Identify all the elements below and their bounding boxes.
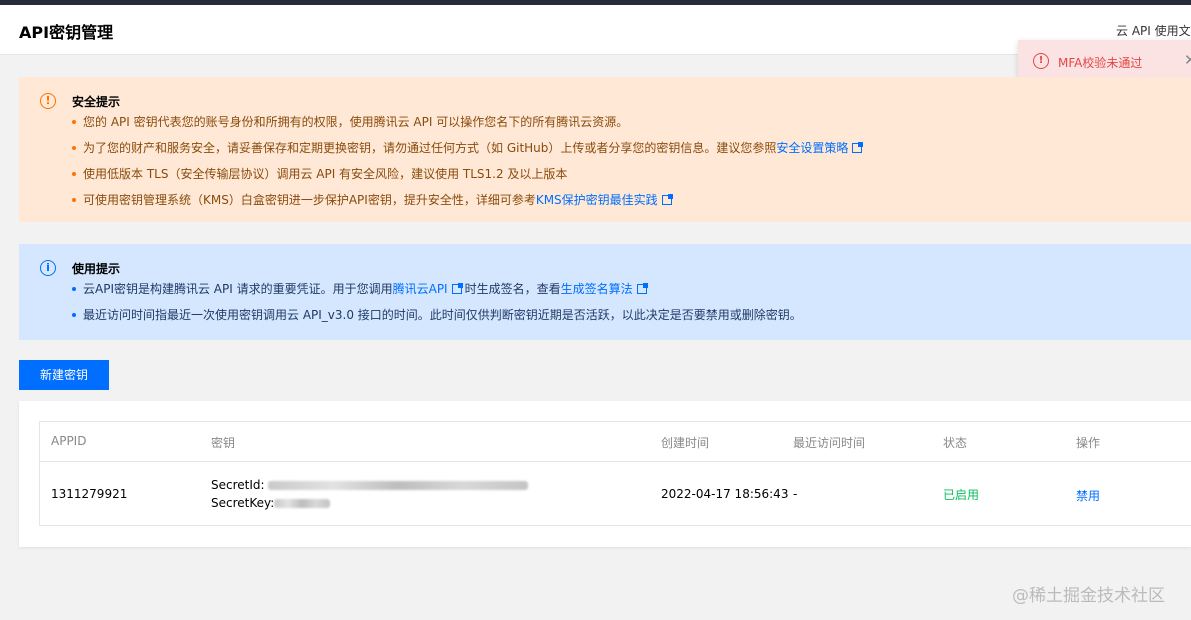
- usage-tip-title: 使用提示: [72, 262, 121, 276]
- list-item: 可使用密钥管理系统（KMS）白盒密钥进一步保护API密钥，提升安全性，详细可参考…: [72, 192, 865, 218]
- status-badge: 已启用: [943, 488, 980, 502]
- warning-icon: !: [40, 93, 56, 109]
- appid-cell: 1311279921: [51, 487, 128, 501]
- list-item: 云API密钥是构建腾讯云 API 请求的重要凭证。用于您调用腾讯云API 时生成签…: [72, 281, 802, 307]
- disable-key-link[interactable]: 禁用: [1076, 487, 1100, 504]
- last-access-cell: -: [793, 487, 798, 501]
- page-title: API密钥管理: [19, 23, 114, 42]
- usage-tip-alert: i 使用提示 云API密钥是构建腾讯云 API 请求的重要凭证。用于您调用腾讯云…: [19, 244, 1191, 340]
- create-key-button[interactable]: 新建密钥: [19, 360, 109, 390]
- list-item: 使用低版本 TLS（安全传输层协议）调用云 API 有安全风险，建议使用 TLS…: [72, 166, 865, 192]
- cloud-api-link[interactable]: 腾讯云API: [393, 282, 448, 296]
- secret-id-cell: SecretId:: [211, 478, 529, 492]
- external-link-icon: [636, 283, 648, 294]
- list-item: 为了您的财产和服务安全，请妥善保存和定期更换密钥，请勿通过任何方式（如 GitH…: [72, 140, 865, 166]
- table-header: APPID 密钥 创建时间 最近访问时间 状态 操作: [40, 422, 1191, 462]
- secret-key-cell: SecretKey:: [211, 496, 331, 510]
- external-link-icon: [451, 283, 463, 294]
- list-item: 最近访问时间指最近一次使用密钥调用云 API_v3.0 接口的时间。此时间仅供判…: [72, 307, 802, 333]
- column-key: 密钥: [211, 436, 236, 450]
- usage-tip-list: 云API密钥是构建腾讯云 API 请求的重要凭证。用于您调用腾讯云API 时生成签…: [72, 281, 802, 333]
- kms-best-practice-link[interactable]: KMS保护密钥最佳实践: [536, 193, 658, 207]
- keys-panel: APPID 密钥 创建时间 最近访问时间 状态 操作 1311279921 Se…: [19, 401, 1191, 547]
- security-policy-link[interactable]: 安全设置策略: [776, 141, 848, 155]
- security-tip-title: 安全提示: [72, 95, 121, 109]
- column-last-access: 最近访问时间: [793, 436, 866, 450]
- column-status: 状态: [943, 436, 968, 450]
- list-item: 您的 API 密钥代表您的账号身份和所拥有的权限，使用腾讯云 API 可以操作您…: [72, 114, 865, 140]
- page-header: API密钥管理 云 API 使用文档: [0, 5, 1191, 55]
- alert-circle-icon: !: [1033, 53, 1049, 69]
- watermark: @稀土掘金技术社区: [1012, 586, 1165, 606]
- created-cell: 2022-04-17 18:56:43: [661, 487, 789, 501]
- api-doc-link[interactable]: 云 API 使用文档: [1116, 22, 1191, 39]
- masked-secret-id: [268, 481, 529, 490]
- column-appid: APPID: [51, 434, 87, 448]
- column-action: 操作: [1076, 436, 1101, 450]
- masked-secret-key: [274, 499, 331, 508]
- info-icon: i: [40, 260, 56, 276]
- external-link-icon: [852, 142, 864, 153]
- toast-message: MFA校验未通过: [1058, 56, 1143, 70]
- security-tip-list: 您的 API 密钥代表您的账号身份和所拥有的权限，使用腾讯云 API 可以操作您…: [72, 114, 865, 218]
- column-created: 创建时间: [661, 436, 710, 450]
- signature-algorithm-link[interactable]: 生成签名算法: [561, 282, 633, 296]
- external-link-icon: [661, 194, 673, 205]
- security-tip-alert: ! 安全提示 您的 API 密钥代表您的账号身份和所拥有的权限，使用腾讯云 AP…: [19, 77, 1191, 222]
- keys-table: APPID 密钥 创建时间 最近访问时间 状态 操作 1311279921 Se…: [39, 421, 1191, 526]
- close-icon[interactable]: ✕: [1184, 51, 1191, 69]
